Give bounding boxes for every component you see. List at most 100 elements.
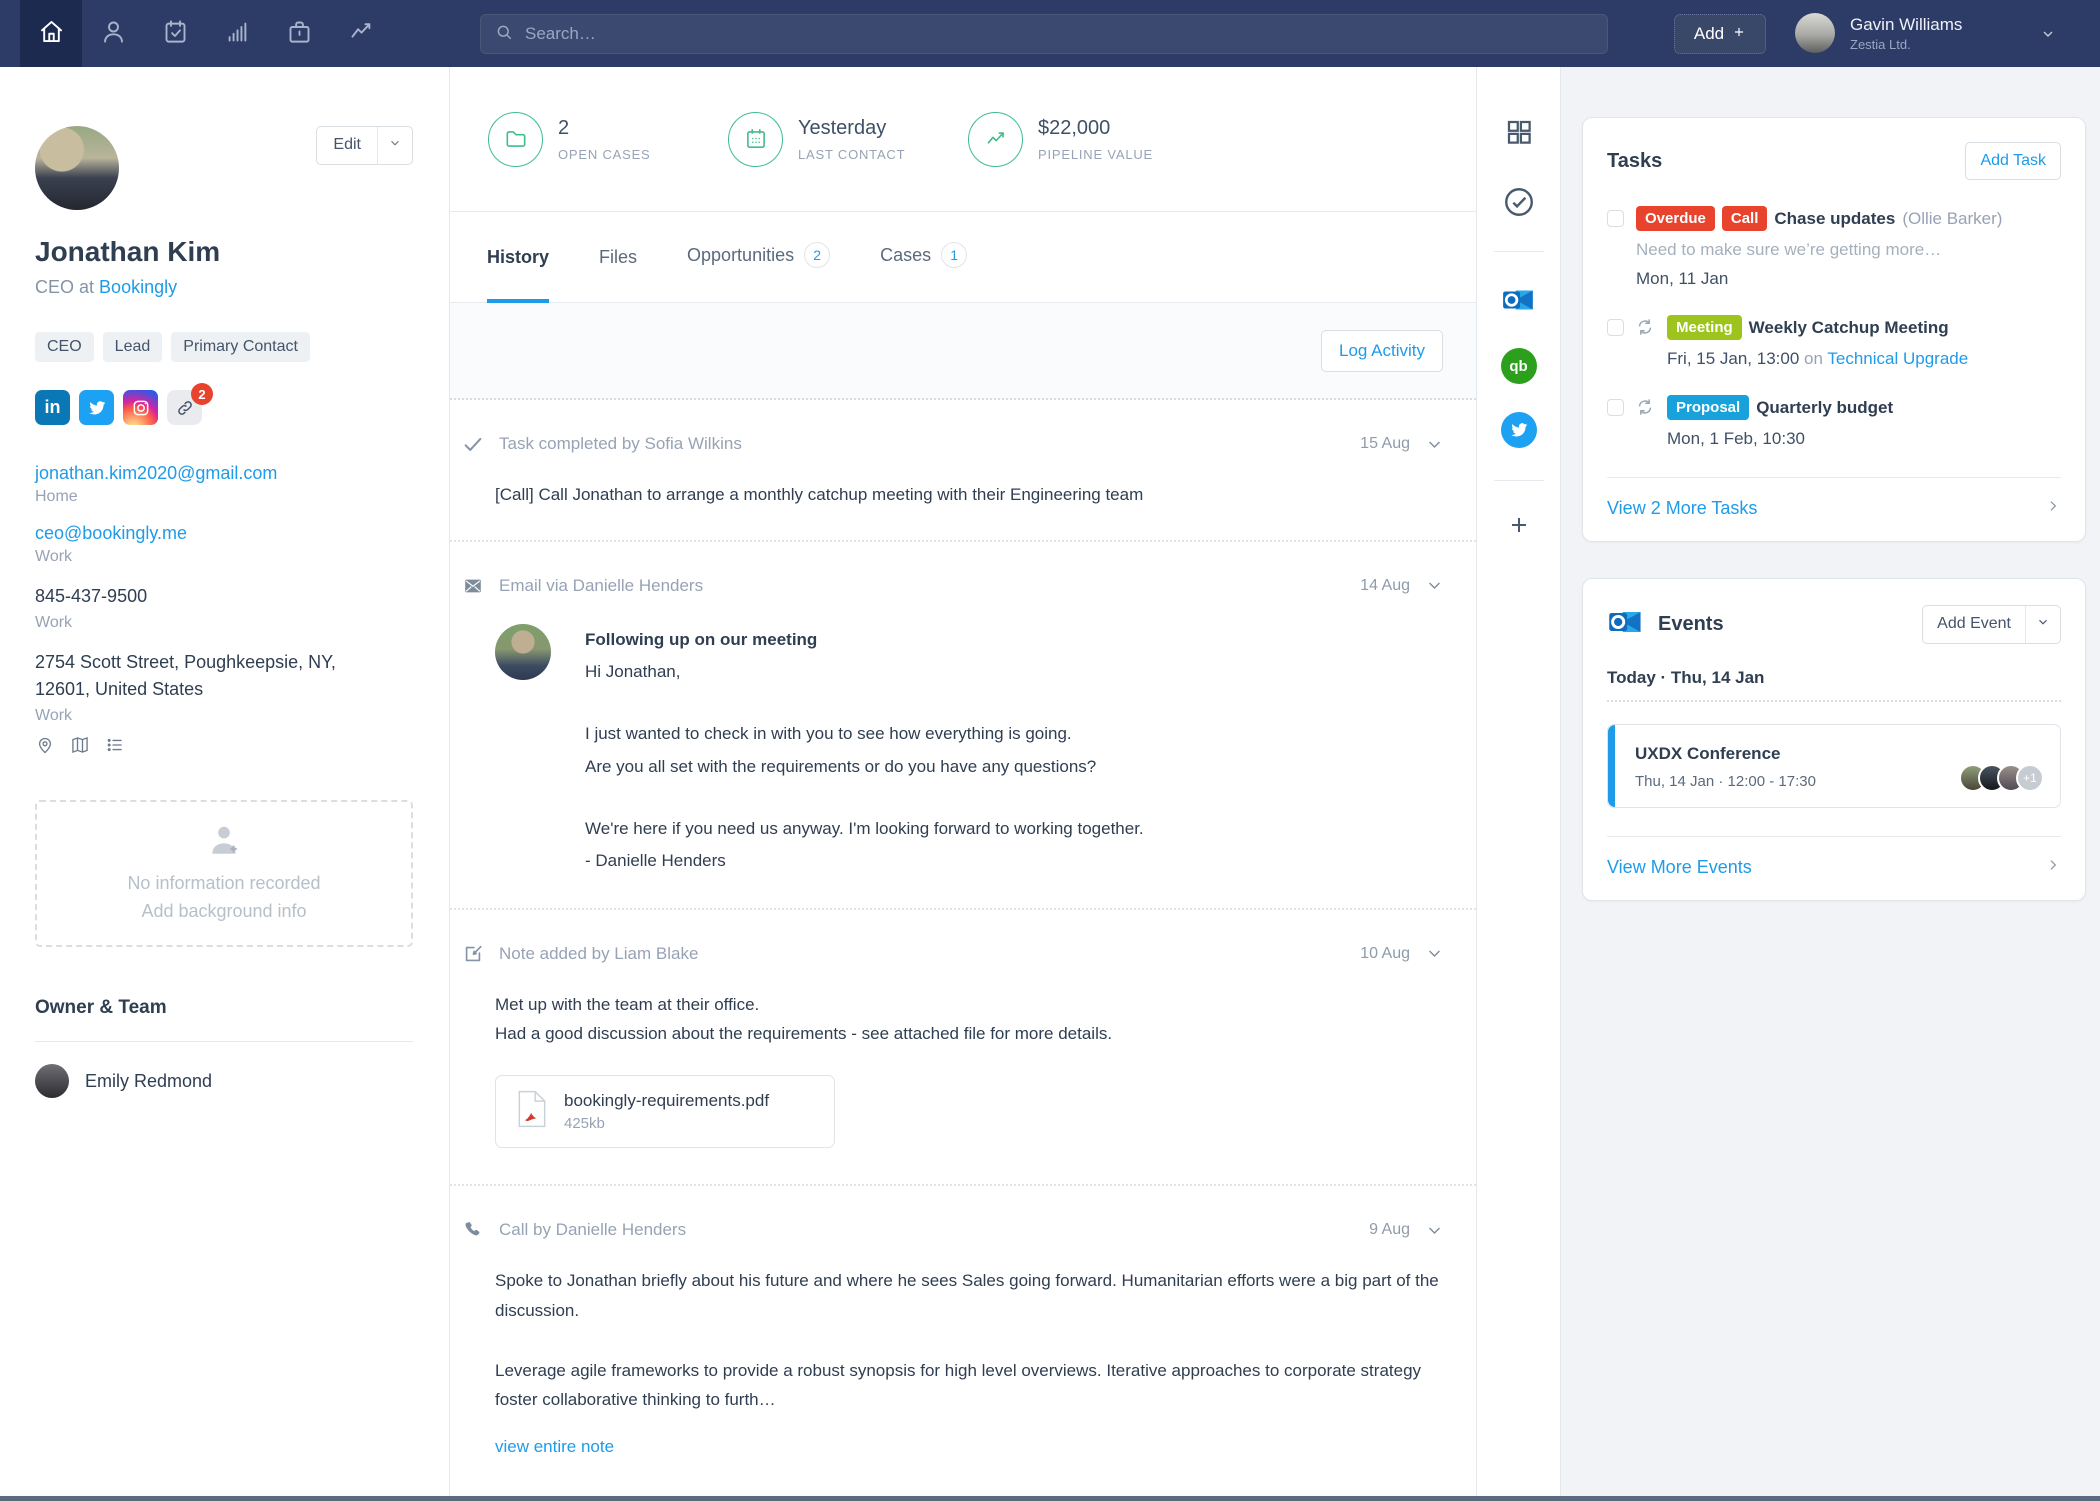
instagram-icon[interactable] <box>123 390 158 425</box>
task-checkbox[interactable] <box>1607 399 1624 416</box>
recurring-icon <box>1635 397 1655 449</box>
task-checkbox[interactable] <box>1607 319 1624 336</box>
attachment-card[interactable]: bookingly-requirements.pdf 425kb <box>495 1075 835 1149</box>
home-icon <box>38 18 65 50</box>
stat-open-cases: 2 OPEN CASES <box>488 111 728 167</box>
map-icon[interactable] <box>70 735 90 760</box>
edit-button[interactable]: Edit <box>316 126 413 165</box>
chevron-right-icon <box>2045 857 2061 878</box>
tab-count-badge: 2 <box>804 242 831 268</box>
list-icon[interactable] <box>105 735 125 760</box>
add-task-button[interactable]: Add Task <box>1965 142 2061 180</box>
background-empty-line2: Add background info <box>141 901 307 921</box>
entry-date: 15 Aug <box>1360 435 1410 452</box>
user-menu[interactable]: Gavin Williams Zestia Ltd. <box>1795 13 1962 53</box>
tag-pill: CEO <box>35 332 94 362</box>
stat-value: Yesterday <box>798 116 887 139</box>
entry-header: Call by Danielle Henders <box>499 1220 687 1240</box>
task-note: Need to make sure we’re getting more… <box>1636 240 1942 259</box>
email-work-link[interactable]: ceo@bookingly.me <box>35 523 187 544</box>
task-title[interactable]: Quarterly budget <box>1756 398 1893 418</box>
attachment-size: 425kb <box>564 1115 605 1133</box>
email-home-link[interactable]: jonathan.kim2020@gmail.com <box>35 463 277 484</box>
dotted-divider <box>1607 700 2061 702</box>
check-circle-icon[interactable] <box>1502 185 1536 219</box>
recurring-icon <box>1635 317 1655 369</box>
stat-value: $22,000 <box>1038 116 1111 139</box>
tab-label: Cases <box>880 244 932 265</box>
task-assignee: (Ollie Barker) <box>1902 208 2003 228</box>
outlook-icon[interactable] <box>1501 282 1537 318</box>
avatar <box>35 1064 69 1098</box>
user-menu-caret[interactable] <box>2040 26 2056 47</box>
nav-cases[interactable] <box>268 0 330 67</box>
trend-icon <box>348 18 375 50</box>
add-event-caret[interactable] <box>2025 606 2060 643</box>
events-card: Events Add Event Today · Thu, 14 Jan UXD… <box>1582 578 2086 901</box>
task-checkbox[interactable] <box>1607 210 1624 227</box>
owner-row[interactable]: Emily Redmond <box>35 1064 413 1098</box>
email-subject: Following up on our meeting <box>585 629 818 649</box>
tab-cases[interactable]: Cases 1 <box>880 242 968 302</box>
tab-history[interactable]: History <box>487 247 550 303</box>
stat-value: 2 <box>558 116 570 139</box>
chevron-down-icon <box>2040 29 2056 46</box>
quickbooks-icon[interactable]: qb <box>1500 348 1537 384</box>
call-paragraph: Leverage agile frameworks to provide a r… <box>495 1360 1422 1410</box>
pdf-icon <box>516 1090 548 1133</box>
nav-reports[interactable] <box>206 0 268 67</box>
contact-name: Jonathan Kim <box>35 236 221 267</box>
twitter-icon[interactable] <box>79 390 114 425</box>
stats-row: 2 OPEN CASES Yesterday LAST CONTACT $22,… <box>450 67 1476 212</box>
nav-calendar[interactable] <box>144 0 206 67</box>
outlook-icon <box>1607 603 1645 646</box>
timeline-entry-email: Email via Danielle Henders 14 Aug Follow… <box>450 542 1476 910</box>
task-opportunity-link[interactable]: Technical Upgrade <box>1827 349 1968 368</box>
email-greeting: Hi Jonathan, <box>585 662 681 682</box>
tag-pill: Lead <box>102 332 163 362</box>
apps-grid-icon[interactable] <box>1504 117 1534 147</box>
log-activity-button[interactable]: Log Activity <box>1321 329 1443 372</box>
linkedin-icon[interactable]: in <box>35 390 70 425</box>
twitter-icon[interactable] <box>1500 412 1537 448</box>
event-attendees: +1 <box>1959 764 2044 792</box>
add-integration-icon[interactable] <box>1507 513 1531 537</box>
tab-label: Files <box>599 247 638 267</box>
add-event-button[interactable]: Add Event <box>1922 605 2061 644</box>
task-title[interactable]: Weekly Catchup Meeting <box>1749 318 1949 338</box>
view-more-tasks[interactable]: View 2 More Tasks <box>1607 477 2061 541</box>
edit-caret[interactable] <box>377 127 412 164</box>
chevron-down-icon[interactable] <box>1426 577 1443 594</box>
plus-icon <box>1732 24 1746 44</box>
nav-pipeline[interactable] <box>330 0 392 67</box>
top-nav: Add Gavin Williams Zestia Ltd. <box>0 0 2100 67</box>
nav-home[interactable] <box>20 0 82 67</box>
search-input[interactable] <box>525 24 1593 44</box>
call-paragraph: Spoke to Jonathan briefly about his futu… <box>495 1271 1439 1320</box>
map-pin-icon[interactable] <box>35 735 55 760</box>
nav-people[interactable] <box>82 0 144 67</box>
tab-bar: History Files Opportunities 2 Cases 1 <box>450 212 1476 303</box>
entry-body: [Call] Call Jonathan to arrange a monthl… <box>495 485 1144 504</box>
view-entire-note-link[interactable]: view entire note <box>495 1437 614 1457</box>
note-icon <box>461 942 485 966</box>
tab-opportunities[interactable]: Opportunities 2 <box>687 242 831 302</box>
phone-icon <box>461 1218 485 1242</box>
add-button[interactable]: Add <box>1674 14 1766 54</box>
timeline-entry-call: Call by Danielle Henders 9 Aug Spoke to … <box>450 1186 1476 1487</box>
task-title[interactable]: Chase updates <box>1774 209 1895 229</box>
view-more-events[interactable]: View More Events <box>1607 836 2061 900</box>
attendee-overflow-badge: +1 <box>2016 764 2044 792</box>
address-line2: 12601, United States <box>35 679 204 699</box>
chevron-down-icon[interactable] <box>1426 945 1443 962</box>
view-more-events-label: View More Events <box>1607 857 1752 877</box>
entry-header: Email via Danielle Henders <box>499 575 704 595</box>
chevron-down-icon[interactable] <box>1426 1222 1443 1239</box>
add-background-box[interactable]: No information recorded Add background i… <box>35 800 413 947</box>
category-badge: Call <box>1721 206 1768 231</box>
event-item[interactable]: UXDX Conference Thu, 14 Jan · 12:00 - 17… <box>1607 724 2061 808</box>
tab-files[interactable]: Files <box>599 247 637 302</box>
chevron-down-icon <box>388 136 402 155</box>
company-link[interactable]: Bookingly <box>99 277 177 297</box>
chevron-down-icon[interactable] <box>1426 436 1443 453</box>
